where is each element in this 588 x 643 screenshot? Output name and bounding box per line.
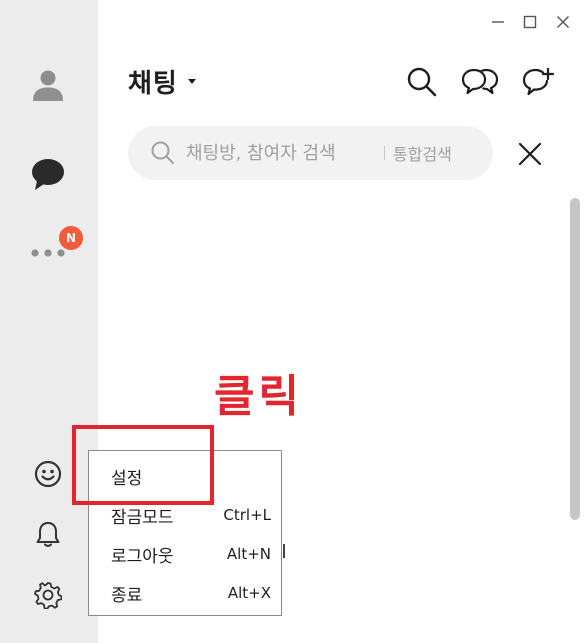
new-chat-button[interactable]	[518, 62, 558, 102]
menu-item-logout[interactable]: 로그아웃 Alt+N	[111, 539, 271, 569]
menu-item-shortcut: Ctrl+L	[223, 506, 271, 524]
menu-item-lock-mode[interactable]: 잠금모드 Ctrl+L	[111, 500, 271, 530]
page-title: 채팅	[128, 69, 178, 99]
bell-icon	[36, 522, 60, 547]
chat-title-dropdown[interactable]: 채팅	[128, 63, 196, 100]
new-badge: N	[58, 225, 84, 251]
minimize-button[interactable]	[488, 12, 508, 32]
chevron-down-icon	[187, 79, 196, 84]
new-chat-icon	[522, 67, 555, 96]
menu-item-label: 종료	[111, 585, 143, 606]
more-dots-icon	[31, 249, 65, 257]
search-icon	[407, 67, 437, 97]
smiley-icon	[34, 460, 62, 488]
person-icon	[33, 70, 63, 101]
sidebar-item-settings[interactable]	[30, 577, 66, 613]
search-input[interactable]	[184, 141, 378, 165]
sidebar: N	[0, 0, 98, 643]
menu-item-shortcut: Alt+X	[227, 584, 271, 602]
menu-item-label: 로그아웃	[111, 546, 174, 567]
menu-edge-mark	[283, 544, 285, 558]
window-close-button[interactable]	[553, 12, 573, 32]
sidebar-item-emoticon[interactable]	[30, 456, 66, 492]
chat-bubble-icon	[32, 159, 64, 190]
settings-menu: 설정 잠금모드 Ctrl+L 로그아웃 Alt+N 종료 Alt+X	[88, 450, 282, 616]
minimize-icon	[492, 21, 504, 23]
close-icon	[557, 16, 569, 28]
close-search-button[interactable]	[514, 138, 546, 170]
maximize-button[interactable]	[520, 12, 540, 32]
integrated-search-link[interactable]: 통합검색	[393, 141, 452, 165]
sidebar-item-chat[interactable]	[26, 152, 70, 196]
open-chat-button[interactable]	[460, 62, 500, 102]
scrollbar[interactable]	[570, 198, 580, 520]
search-bar: 통합검색	[128, 126, 493, 180]
open-chat-icon	[461, 68, 499, 95]
sidebar-item-friends[interactable]	[26, 62, 70, 106]
menu-item-label: 설정	[111, 468, 143, 489]
menu-item-settings[interactable]: 설정	[111, 461, 271, 491]
maximize-icon	[523, 15, 537, 29]
close-icon	[518, 142, 542, 166]
menu-item-shortcut: Alt+N	[226, 545, 271, 563]
search-divider	[384, 146, 385, 160]
menu-item-label: 잠금모드	[111, 507, 174, 528]
search-icon	[151, 141, 174, 164]
click-annotation: 클릭	[214, 371, 303, 422]
sidebar-item-notifications[interactable]	[30, 516, 66, 552]
search-button[interactable]	[402, 62, 442, 102]
menu-item-exit[interactable]: 종료 Alt+X	[111, 578, 271, 608]
gear-icon	[34, 582, 62, 609]
